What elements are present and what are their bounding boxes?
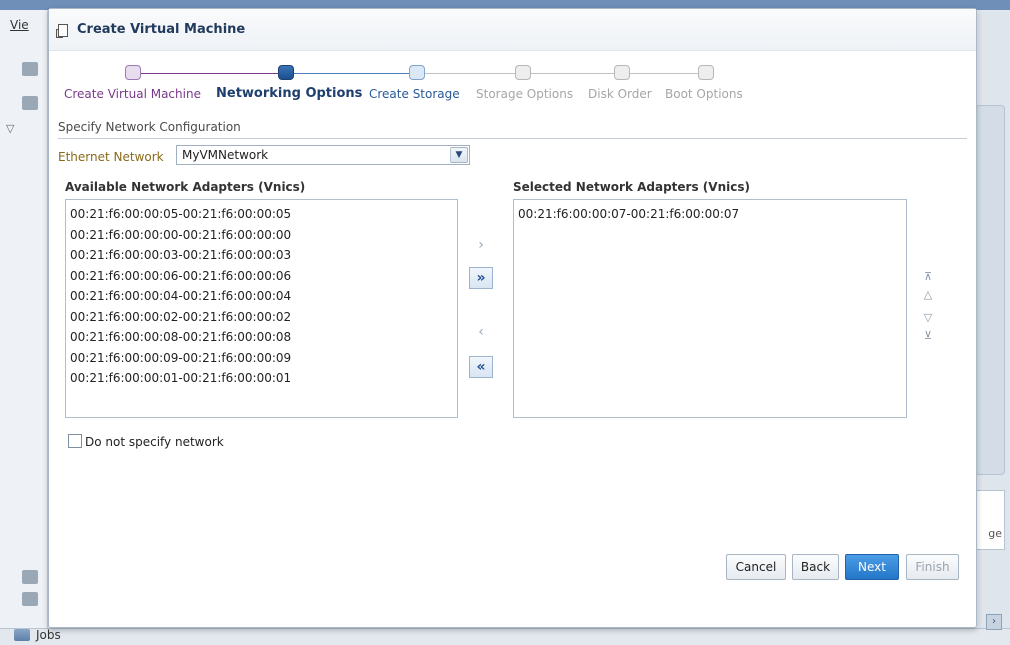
available-adapters-list[interactable]: 00:21:f6:00:00:05-00:21:f6:00:00:05 00:2… <box>65 199 458 418</box>
next-button[interactable]: Next <box>845 554 899 580</box>
train-node-disk-order <box>614 65 630 80</box>
section-title: Specify Network Configuration <box>58 120 241 134</box>
move-button[interactable]: › <box>469 234 493 256</box>
train-label-create-storage[interactable]: Create Storage <box>369 87 460 101</box>
list-item[interactable]: 00:21:f6:00:00:06-00:21:f6:00:00:06 <box>66 266 457 287</box>
wizard-train: Create Virtual Machine Networking Option… <box>49 61 976 111</box>
train-node-create-vm[interactable] <box>125 65 141 80</box>
train-connector <box>424 73 704 74</box>
ethernet-network-select[interactable]: MyVMNetwork ▼ <box>176 145 470 165</box>
menu-view[interactable]: Vie <box>10 18 29 32</box>
train-label-networking: Networking Options <box>216 86 363 101</box>
remove-all-button[interactable]: « <box>469 356 493 378</box>
train-node-storage-options <box>515 65 531 80</box>
do-not-specify-network-checkbox[interactable] <box>68 434 82 448</box>
tree-node-icon <box>22 96 38 110</box>
move-down-icon[interactable]: ▽ <box>919 311 937 325</box>
move-all-button[interactable]: » <box>469 267 493 289</box>
list-item[interactable]: 00:21:f6:00:00:09-00:21:f6:00:00:09 <box>66 348 457 369</box>
move-to-bottom-icon[interactable]: ⊻ <box>919 329 937 343</box>
list-icon <box>22 592 38 606</box>
jobs-label: Jobs <box>36 628 61 642</box>
ethernet-network-label: Ethernet Network <box>58 150 164 164</box>
train-node-create-storage[interactable] <box>409 65 425 80</box>
create-vm-dialog: Create Virtual Machine Create Virtual Ma… <box>48 8 977 628</box>
panel-label: ge <box>988 527 1002 540</box>
app-right-panel <box>975 105 1005 475</box>
train-node-boot-options <box>698 65 714 80</box>
list-item[interactable]: 00:21:f6:00:00:08-00:21:f6:00:00:08 <box>66 327 457 348</box>
train-connector <box>294 73 424 74</box>
app-right-panel-lower: ge <box>975 490 1005 550</box>
available-adapters-header: Available Network Adapters (Vnics) <box>65 180 306 194</box>
train-connector <box>140 73 287 74</box>
list-item[interactable]: 00:21:f6:00:00:04-00:21:f6:00:00:04 <box>66 286 457 307</box>
list-item[interactable]: 00:21:f6:00:00:00-00:21:f6:00:00:00 <box>66 225 457 246</box>
selected-adapters-list[interactable]: 00:21:f6:00:00:07-00:21:f6:00:00:07 <box>513 199 907 418</box>
jobs-tab[interactable]: Jobs <box>14 628 61 642</box>
virtual-machine-icon <box>56 23 72 39</box>
train-label-boot-options: Boot Options <box>665 87 743 101</box>
train-label-create-vm[interactable]: Create Virtual Machine <box>64 87 201 101</box>
ethernet-network-value: MyVMNetwork <box>182 148 269 162</box>
tree-expand-icon[interactable]: ▽ <box>6 122 14 135</box>
tree-node-icon <box>22 570 38 584</box>
app-bottom-bar <box>0 628 1010 645</box>
list-item[interactable]: 00:21:f6:00:00:01-00:21:f6:00:00:01 <box>66 368 457 389</box>
remove-button[interactable]: ‹ <box>469 321 493 343</box>
list-item[interactable]: 00:21:f6:00:00:05-00:21:f6:00:00:05 <box>66 204 457 225</box>
list-item[interactable]: 00:21:f6:00:00:03-00:21:f6:00:00:03 <box>66 245 457 266</box>
train-label-disk-order: Disk Order <box>588 87 652 101</box>
cancel-button[interactable]: Cancel <box>726 554 786 580</box>
jobs-icon <box>14 629 30 641</box>
dialog-title: Create Virtual Machine <box>77 22 246 37</box>
scroll-right-button[interactable]: › <box>986 614 1002 630</box>
selected-adapters-header: Selected Network Adapters (Vnics) <box>513 180 750 194</box>
tree-node-icon <box>22 62 38 76</box>
train-label-storage-options: Storage Options <box>476 87 574 101</box>
dialog-header: Create Virtual Machine <box>49 9 976 51</box>
move-up-icon[interactable]: △ <box>919 288 937 302</box>
chevron-down-icon[interactable]: ▼ <box>450 147 468 163</box>
list-item[interactable]: 00:21:f6:00:00:02-00:21:f6:00:00:02 <box>66 307 457 328</box>
finish-button: Finish <box>906 554 959 580</box>
back-button[interactable]: Back <box>792 554 839 580</box>
section-divider <box>58 138 967 139</box>
list-item[interactable]: 00:21:f6:00:00:07-00:21:f6:00:00:07 <box>514 204 906 225</box>
do-not-specify-network-label[interactable]: Do not specify network <box>85 435 224 449</box>
train-node-networking <box>278 65 294 80</box>
move-to-top-icon[interactable]: ⊼ <box>919 270 937 284</box>
